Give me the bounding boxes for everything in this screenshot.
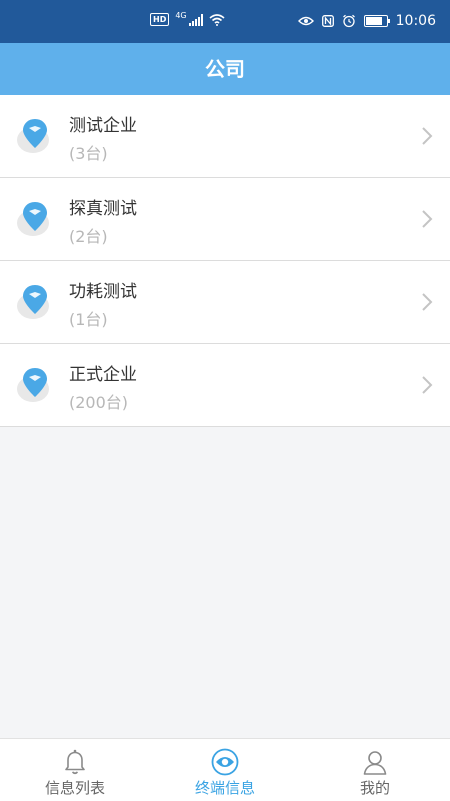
location-pin-icon (17, 119, 49, 153)
bottom-tab-bar: 信息列表 终端信息 我的 (0, 738, 450, 801)
location-pin-icon (17, 202, 49, 236)
status-right: 10:06 (297, 13, 436, 29)
tab-label: 我的 (359, 779, 390, 797)
location-pin-icon (17, 285, 49, 319)
chevron-right-icon (422, 376, 433, 394)
hd-badge: HD (150, 13, 170, 26)
clock-time: 10:06 (395, 13, 436, 29)
device-count: (2台) (69, 227, 108, 246)
company-name: 探真测试 (69, 199, 137, 219)
device-count: (1台) (69, 310, 108, 329)
status-left: HD 4G (150, 11, 225, 26)
person-icon (363, 751, 387, 775)
company-name: 正式企业 (69, 365, 137, 385)
location-pin-icon (17, 368, 49, 402)
list-item[interactable]: 测试企业 (3台) (0, 95, 450, 178)
tab-terminal-info[interactable]: 终端信息 (150, 739, 300, 801)
list-item[interactable]: 探真测试 (2台) (0, 178, 450, 261)
terminal-icon (211, 748, 239, 776)
company-name: 功耗测试 (69, 282, 137, 302)
status-bar: HD 4G 10:06 (0, 0, 450, 43)
device-count: (200台) (69, 393, 129, 412)
nfc-icon (321, 15, 334, 27)
list-item[interactable]: 正式企业 (200台) (0, 344, 450, 427)
battery-icon (363, 15, 390, 27)
page-title: 公司 (0, 43, 450, 95)
device-count: (3台) (69, 144, 108, 163)
signal-icon (188, 13, 203, 26)
tab-label: 信息列表 (44, 779, 105, 797)
list-item[interactable]: 功耗测试 (1台) (0, 261, 450, 344)
alarm-icon (342, 14, 355, 28)
network-type: 4G (175, 11, 187, 20)
tab-label: 终端信息 (194, 779, 255, 797)
tab-mine[interactable]: 我的 (300, 739, 450, 801)
tab-message-list[interactable]: 信息列表 (0, 739, 150, 801)
chevron-right-icon (422, 293, 433, 311)
chevron-right-icon (422, 127, 433, 145)
bell-icon (65, 749, 85, 775)
company-name: 测试企业 (69, 116, 137, 136)
chevron-right-icon (422, 210, 433, 228)
company-list: 测试企业 (3台) 探真测试 (2台) 功耗测试 (1台) 正式企业 (200台… (0, 95, 450, 427)
eye-icon (297, 16, 314, 26)
wifi-icon (209, 13, 225, 26)
